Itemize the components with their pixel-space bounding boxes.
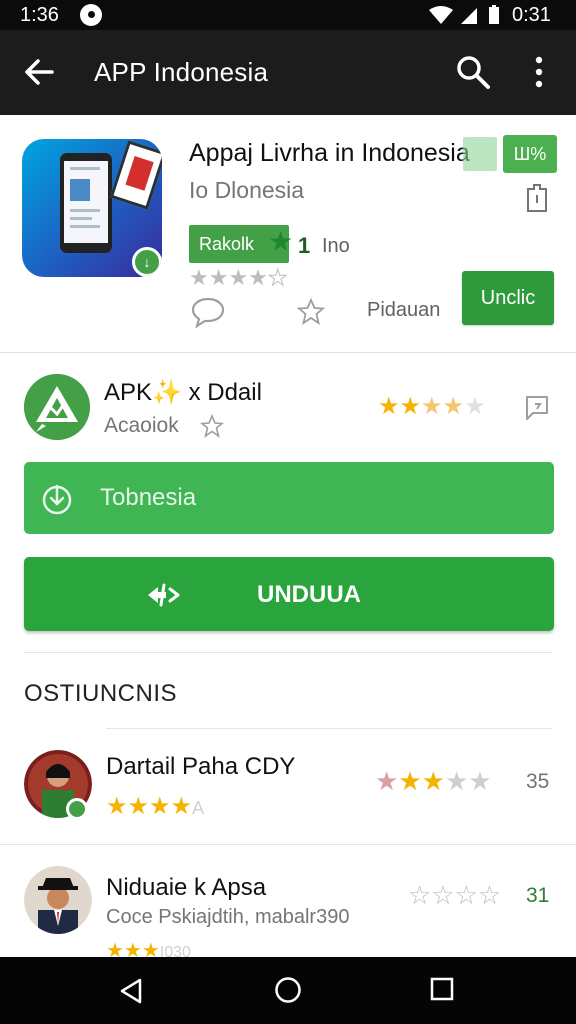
developer-label: Pidauan <box>367 299 441 321</box>
star-outline-icon[interactable] <box>200 414 224 438</box>
install-button[interactable]: Unclic <box>462 271 554 325</box>
nav-home-icon[interactable] <box>274 976 302 1004</box>
apk-row[interactable]: APK✨ x Ddail Acaoiok ★★★★★ <box>0 354 576 454</box>
app-header-section: ↓ Appaj Livrha in Indonesia Ш% Io Dlones… <box>0 115 576 353</box>
download-dark-label: UNDUUA <box>257 581 361 608</box>
review-stars-filled: ★★★★ <box>106 793 193 820</box>
download-dark-button[interactable]: UNDUUA <box>24 557 554 631</box>
review-rating-right: ☆☆☆☆ <box>408 880 502 910</box>
app-name: Appaj Livrha in Indonesia <box>189 139 470 167</box>
divider <box>0 844 576 845</box>
review-score: 31 <box>526 884 550 907</box>
status-clock: 0:31 <box>512 4 551 26</box>
search-icon[interactable] <box>455 54 491 90</box>
review-item[interactable]: Niduaie k Apsa Coce Pskiajdtih, mabalr39… <box>0 846 576 962</box>
section-title: OSTIUNCNIS <box>24 680 178 707</box>
phone-illustration <box>60 153 112 253</box>
app-subtitle: Io Dlonesia <box>189 177 305 203</box>
online-badge-icon <box>66 798 88 820</box>
apk-subtitle: Acaoiok <box>104 414 179 437</box>
favorite-star-icon[interactable] <box>297 298 325 326</box>
rating-count: Ino <box>322 235 350 257</box>
card-illustration <box>109 140 162 210</box>
reviewer-name: Niduaie k Apsa <box>106 874 267 901</box>
review-text: Coce Pskiajdtih, mabalr390 <box>106 906 350 928</box>
review-score: 35 <box>526 770 550 793</box>
more-options-icon[interactable] <box>524 54 554 90</box>
reviewer-name: Dartail Paha CDY <box>106 753 296 780</box>
review-rating-right: ★★★★★ <box>375 766 492 796</box>
apk-name: APK✨ x Ddail <box>104 379 262 406</box>
rating-value: 1 <box>298 233 311 258</box>
app-stars: ★★★★★ <box>189 265 288 291</box>
divider <box>24 652 552 653</box>
divider <box>106 728 552 729</box>
status-time: 1:36 <box>20 4 59 26</box>
transfer-icon <box>148 583 180 607</box>
download-light-label: Tobnesia <box>100 484 197 511</box>
comment-icon[interactable] <box>190 296 226 328</box>
verified-badge-icon: ↓ <box>132 247 162 277</box>
system-nav-bar <box>0 957 576 1024</box>
message-icon[interactable] <box>523 394 551 422</box>
apk-rating-stars: ★★★★★ <box>378 393 486 420</box>
review-stars: ★★★★A <box>106 792 204 821</box>
status-bar: 1:36 0:31 <box>0 0 576 30</box>
review-stars-suffix: A <box>192 798 205 818</box>
nav-recent-apps-icon[interactable] <box>430 977 454 1001</box>
avatar <box>24 866 92 934</box>
back-arrow-icon[interactable] <box>22 55 56 89</box>
app-icon[interactable]: ↓ <box>22 139 162 277</box>
download-light-button[interactable]: Tobnesia <box>24 462 554 534</box>
bookmark-icon[interactable] <box>525 183 549 213</box>
percent-badge: Ш% <box>463 135 557 173</box>
rating-star-icon: ★ <box>268 226 294 257</box>
download-icon <box>42 484 72 515</box>
apk-logo-icon <box>24 374 90 440</box>
page-title: APP Indonesia <box>94 57 269 87</box>
app-bar: APP Indonesia <box>0 30 576 115</box>
nav-back-icon[interactable] <box>118 977 146 1005</box>
review-item[interactable]: Dartail Paha CDY ★★★★A ★★★★★ 35 <box>0 740 576 842</box>
notification-icon <box>80 4 102 26</box>
